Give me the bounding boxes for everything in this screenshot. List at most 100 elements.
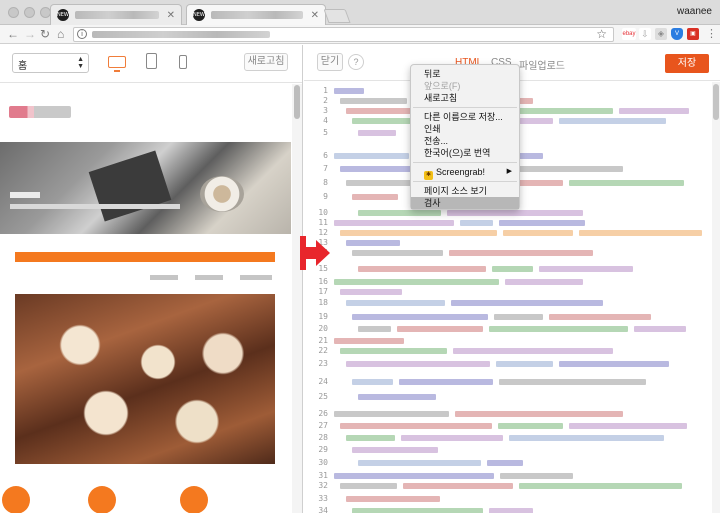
code-line-blurred [453, 348, 613, 354]
line-number: 20 [318, 324, 328, 333]
desktop-view-icon[interactable] [108, 56, 126, 72]
reload-icon[interactable]: ↻ [40, 27, 50, 41]
preview-link-blurred [195, 275, 223, 280]
back-arrow-icon[interactable]: ← [7, 27, 19, 41]
download-icon[interactable]: ⇩ [639, 28, 651, 40]
editor-scrollbar[interactable] [712, 82, 720, 513]
line-number: 28 [318, 433, 328, 442]
home-icon[interactable]: ⌂ [57, 27, 64, 41]
code-line-blurred [487, 460, 523, 466]
code-line-blurred [397, 326, 483, 332]
ebay-icon[interactable]: ebay [622, 28, 636, 40]
code-line-blurred [358, 394, 436, 400]
info-icon[interactable]: i [77, 29, 87, 39]
menu-separator [413, 107, 517, 108]
profile-name[interactable]: waanee [677, 6, 712, 17]
new-tab-button[interactable] [323, 9, 351, 23]
code-line-blurred [340, 230, 497, 236]
help-button[interactable]: ? [348, 54, 364, 70]
code-line-blurred [346, 300, 445, 306]
preview-scrollbar[interactable] [292, 84, 302, 513]
code-line-blurred [492, 266, 533, 272]
preview-scroll-thumb[interactable] [294, 85, 300, 119]
browser-tab-1[interactable]: NEW ✕ [50, 4, 182, 25]
code-line-blurred [346, 361, 490, 367]
code-line-blurred [334, 220, 454, 226]
tab-file-upload[interactable]: 파일업로드 [519, 57, 565, 72]
code-line-blurred [352, 508, 483, 513]
menu-item-forward[interactable]: 앞으로(F) [411, 80, 519, 92]
screengrab-icon: ✱ [424, 171, 433, 180]
menu-dots-icon[interactable]: ⋮ [706, 27, 717, 41]
code-line-blurred [451, 300, 603, 306]
tab-title-blurred [210, 11, 303, 19]
line-number: 27 [318, 421, 328, 430]
menu-item-back[interactable]: 뒤로 [411, 68, 519, 80]
tab-close-icon[interactable]: ✕ [311, 10, 319, 21]
page-select[interactable]: 홈 ▲ ▼ [12, 53, 89, 73]
shield-icon[interactable]: V [671, 28, 683, 40]
preview-link-blurred [150, 275, 178, 280]
code-line-blurred [346, 435, 395, 441]
extension-icon[interactable]: ◈ [655, 28, 667, 40]
preview-link-blurred [240, 275, 272, 280]
code-line-blurred [549, 314, 651, 320]
site-favicon-icon: NEW [193, 9, 205, 21]
minimize-window-button[interactable] [24, 7, 35, 18]
mobile-view-icon[interactable] [179, 55, 187, 69]
menu-item-translate[interactable]: 한국어(으)로 번역 [411, 147, 519, 159]
site-preview[interactable] [0, 84, 291, 513]
line-number: 33 [318, 494, 328, 503]
select-arrows-icon: ▲ ▼ [77, 56, 84, 70]
close-window-button[interactable] [8, 7, 19, 18]
code-line-blurred [334, 279, 499, 285]
menu-item-cast[interactable]: 전송... [411, 135, 519, 147]
code-line-blurred [358, 210, 441, 216]
preview-circle-icon [88, 486, 116, 513]
hero-tray [88, 150, 172, 222]
line-number: 21 [318, 336, 328, 345]
close-button[interactable]: 닫기 [317, 53, 343, 71]
menu-item-print[interactable]: 인쇄 [411, 123, 519, 135]
preview-logo [9, 106, 71, 118]
menu-item-reload[interactable]: 새로고침 [411, 92, 519, 104]
browser-tab-2[interactable]: NEW ✕ [186, 4, 326, 25]
menu-item-view-source[interactable]: 페이지 소스 보기 [411, 185, 519, 197]
code-line-blurred [334, 153, 409, 159]
menu-item-inspect[interactable]: 검사 [411, 197, 519, 209]
forward-arrow-icon[interactable]: → [24, 27, 36, 41]
tab-close-icon[interactable]: ✕ [167, 10, 175, 21]
red-arrow-icon [300, 236, 330, 270]
line-number: 30 [318, 458, 328, 467]
code-line-blurred [634, 326, 686, 332]
line-number: 23 [318, 359, 328, 368]
refresh-button[interactable]: 새로고침 [244, 53, 288, 71]
code-line-blurred [455, 411, 623, 417]
code-line-blurred [340, 348, 447, 354]
code-line-blurred [489, 326, 628, 332]
tablet-view-icon[interactable] [146, 53, 157, 69]
menu-item-save-as[interactable]: 다른 이름으로 저장... [411, 111, 519, 123]
code-line-blurred [503, 230, 573, 236]
code-line-blurred [500, 473, 573, 479]
preview-food-image [15, 294, 275, 464]
code-line-blurred [449, 250, 593, 256]
editor-scroll-thumb[interactable] [713, 84, 719, 120]
menu-separator [413, 162, 517, 163]
code-line-blurred [346, 496, 440, 502]
line-number: 4 [323, 116, 328, 125]
line-number-gutter: 1234567891011121314151617181920212223242… [304, 82, 330, 513]
code-line-blurred [340, 423, 492, 429]
hero-cup [200, 176, 244, 212]
code-line-blurred [358, 326, 391, 332]
preview-circle-icon [180, 486, 208, 513]
line-number: 5 [323, 128, 328, 137]
bookmark-star-icon[interactable]: ☆ [596, 27, 607, 41]
code-line-blurred [352, 194, 398, 200]
line-number: 10 [318, 208, 328, 217]
screencast-icon[interactable]: ▣ [687, 28, 699, 40]
line-number: 3 [323, 106, 328, 115]
menu-item-screengrab[interactable]: ✱ Screengrab! ▶ [411, 166, 519, 180]
save-button[interactable]: 저장 [665, 54, 709, 73]
address-bar[interactable]: i ☆ [73, 27, 614, 42]
